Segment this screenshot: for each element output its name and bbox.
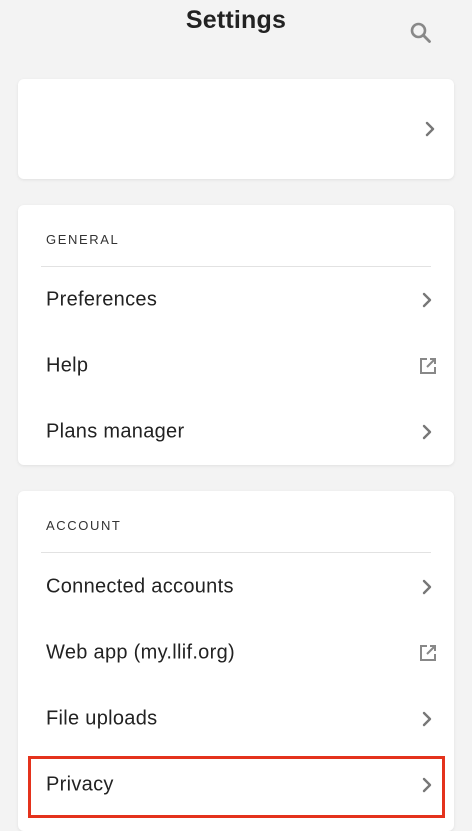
external-link-icon — [420, 645, 436, 661]
general-section-label: GENERAL — [46, 232, 120, 247]
external-link-icon — [420, 358, 436, 374]
file-uploads-label: File uploads — [46, 707, 158, 730]
preferences-row[interactable]: Preferences — [18, 270, 454, 330]
page-title: Settings — [185, 6, 287, 34]
web-app-label: Web app (my.llif.org) — [46, 641, 235, 664]
general-divider — [41, 266, 431, 267]
chevron-right-icon — [422, 424, 432, 440]
plans-manager-row[interactable]: Plans manager — [18, 402, 454, 462]
chevron-right-icon — [422, 579, 432, 595]
plans-manager-label: Plans manager — [46, 420, 185, 443]
connected-accounts-label: Connected accounts — [46, 575, 234, 598]
general-section-card: GENERAL Preferences Help Plans manager — [18, 205, 454, 465]
header-bar: Settings — [0, 0, 472, 56]
help-label: Help — [46, 354, 89, 377]
connected-accounts-row[interactable]: Connected accounts — [18, 557, 454, 617]
web-app-row[interactable]: Web app (my.llif.org) — [18, 623, 454, 683]
chevron-right-icon — [425, 121, 435, 137]
privacy-row[interactable]: Privacy — [18, 755, 454, 815]
file-uploads-row[interactable]: File uploads — [18, 689, 454, 749]
search-icon — [410, 22, 431, 43]
preferences-label: Preferences — [46, 288, 158, 311]
account-section-label: ACCOUNT — [46, 518, 122, 533]
privacy-label: Privacy — [46, 773, 114, 796]
chevron-right-icon — [422, 777, 432, 793]
search-button[interactable] — [408, 20, 434, 46]
profile-card[interactable] — [18, 79, 454, 179]
chevron-right-icon — [422, 292, 432, 308]
help-row[interactable]: Help — [18, 336, 454, 396]
account-divider — [41, 552, 431, 553]
chevron-right-icon — [422, 711, 432, 727]
account-section-card: ACCOUNT Connected accounts Web app (my.l… — [18, 491, 454, 831]
